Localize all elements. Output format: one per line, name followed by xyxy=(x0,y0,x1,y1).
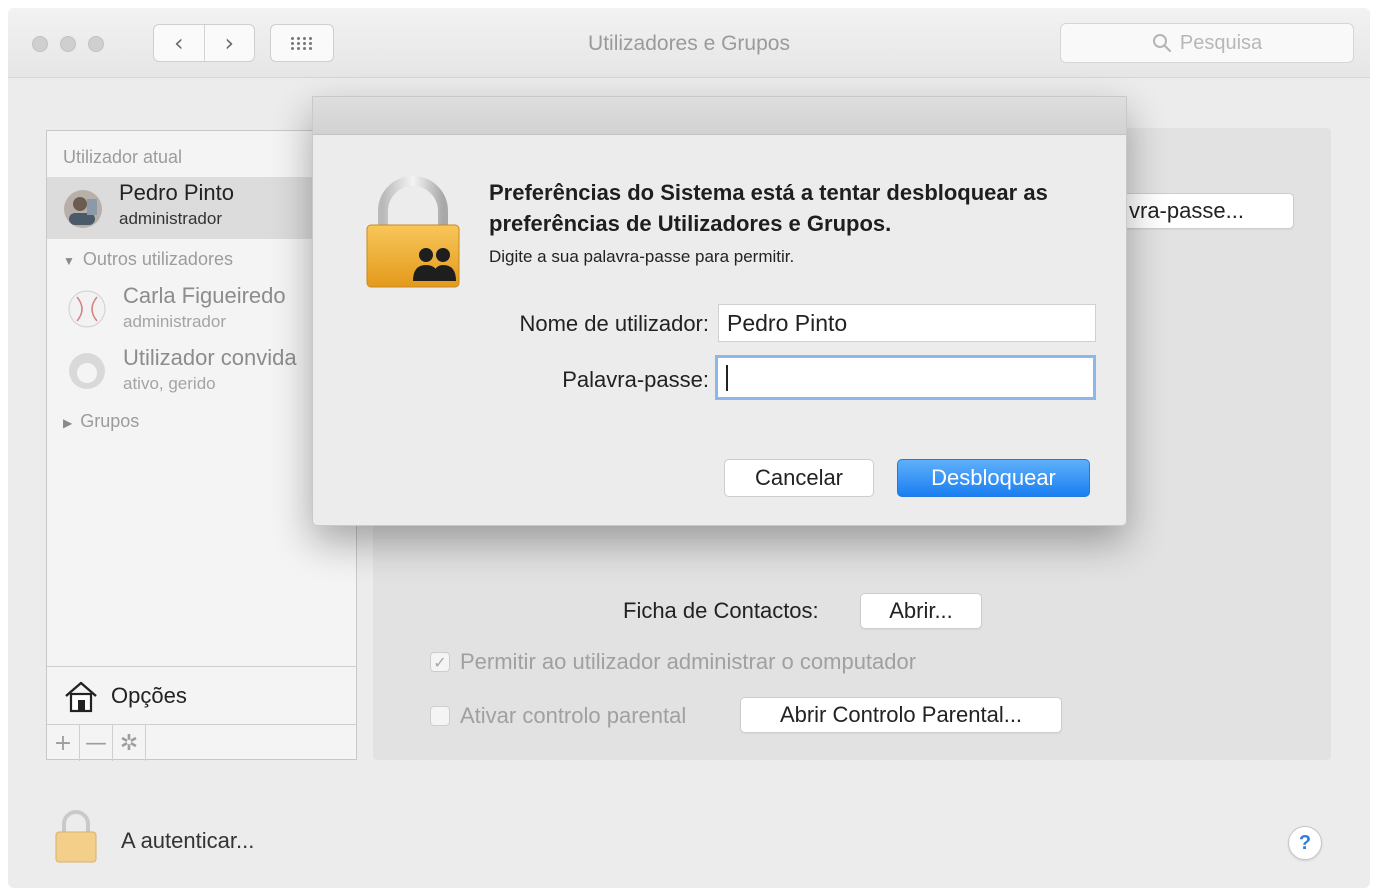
unlock-button[interactable]: Desbloquear xyxy=(897,459,1090,497)
disclosure-open-icon: ▼ xyxy=(63,254,75,268)
user-avatar xyxy=(64,190,102,228)
open-parental-controls-button[interactable]: Abrir Controlo Parental... xyxy=(740,697,1062,733)
search-field[interactable]: Pesquisa xyxy=(1060,23,1354,63)
parental-control-row[interactable]: Ativar controlo parental xyxy=(430,703,686,729)
user-role: administrador xyxy=(123,312,226,331)
gear-menu-button[interactable]: ✲ xyxy=(113,725,146,761)
locked-padlock-users-icon xyxy=(366,176,460,288)
text-cursor xyxy=(726,364,728,391)
allow-admin-label: Permitir ao utilizador administrar o com… xyxy=(460,649,917,674)
groups-header[interactable]: ▶ Grupos xyxy=(63,411,139,432)
dialog-header-bar xyxy=(313,97,1126,135)
sidebar-item-carla[interactable]: Carla Figueiredo administrador xyxy=(47,279,356,337)
baseball-avatar-icon xyxy=(68,290,106,328)
groups-label: Grupos xyxy=(80,411,140,431)
user-role: ativo, gerido xyxy=(123,374,216,393)
dialog-title: Preferências do Sistema está a tentar de… xyxy=(489,180,1048,236)
preferences-window: ‹ › Utilizadores e Grupos Pesquisa Utili… xyxy=(8,8,1370,888)
current-user-header: Utilizador atual xyxy=(63,147,183,167)
gear-icon: ✲ xyxy=(119,730,139,756)
password-field[interactable] xyxy=(715,355,1096,400)
open-parental-controls-label: Abrir Controlo Parental... xyxy=(779,702,1023,727)
unlock-dialog: Preferências do Sistema está a tentar de… xyxy=(312,96,1127,526)
search-icon xyxy=(1152,34,1171,53)
parental-control-label: Ativar controlo parental xyxy=(460,703,687,728)
open-contacts-label: Abrir... xyxy=(889,598,953,623)
sidebar-item-guest[interactable]: Utilizador convida ativo, gerido xyxy=(47,341,356,399)
sidebar-toolbar: + — ✲ xyxy=(47,724,356,761)
allow-admin-row[interactable]: ✓ Permitir ao utilizador administrar o c… xyxy=(430,649,916,675)
title-bar: ‹ › Utilizadores e Grupos Pesquisa xyxy=(8,8,1370,78)
add-user-button[interactable]: + xyxy=(47,725,80,761)
checkmark-icon: ✓ xyxy=(433,652,447,672)
search-placeholder: Pesquisa xyxy=(1179,31,1263,54)
guest-avatar-icon xyxy=(69,353,105,389)
sidebar-item-options[interactable]: Opções xyxy=(47,666,356,724)
cancel-button[interactable]: Cancelar xyxy=(724,459,874,497)
username-field[interactable]: Pedro Pinto xyxy=(718,304,1096,342)
other-users-header[interactable]: ▼ Outros utilizadores xyxy=(63,249,233,270)
lock-icon[interactable] xyxy=(53,808,99,866)
other-users-header-label: Outros utilizadores xyxy=(82,249,233,269)
contacts-label: Ficha de Contactos: xyxy=(623,598,819,623)
username-label: Nome de utilizador: xyxy=(519,311,709,336)
username-value: Pedro Pinto xyxy=(727,309,848,336)
parental-control-checkbox[interactable] xyxy=(430,706,450,726)
house-icon xyxy=(65,681,97,712)
auth-status: A autenticar... xyxy=(121,828,255,853)
change-password-button[interactable]: vra-passe... xyxy=(1118,193,1294,229)
open-contacts-button[interactable]: Abrir... xyxy=(860,593,982,629)
change-password-label: vra-passe... xyxy=(1129,198,1244,223)
sidebar-item-current-user[interactable]: Pedro Pinto administrador xyxy=(47,177,356,239)
options-label: Opções xyxy=(111,682,187,708)
password-label: Palavra-passe: xyxy=(562,367,709,392)
disclosure-closed-icon: ▶ xyxy=(63,416,73,430)
remove-user-button[interactable]: — xyxy=(80,725,113,761)
allow-admin-checkbox[interactable]: ✓ xyxy=(430,652,450,672)
help-button[interactable]: ? xyxy=(1288,826,1322,860)
unlock-label: Desbloquear xyxy=(931,465,1056,490)
dialog-subtitle: Digite a sua palavra-passe para permitir… xyxy=(489,247,795,266)
user-name: Carla Figueiredo xyxy=(123,283,286,308)
current-user-role: administrador xyxy=(119,209,222,228)
cancel-label: Cancelar xyxy=(754,465,844,490)
users-sidebar: Utilizador atual Pedro Pinto administrad… xyxy=(46,130,357,761)
current-user-name: Pedro Pinto xyxy=(119,180,234,205)
